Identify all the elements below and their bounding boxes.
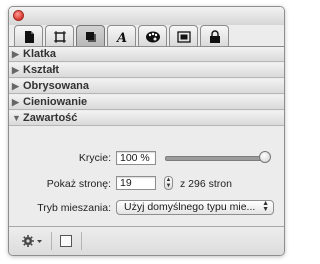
tab-shadow[interactable]: [76, 25, 105, 47]
close-button[interactable]: [13, 10, 24, 21]
tab-image[interactable]: [169, 25, 198, 47]
tab-color[interactable]: [138, 25, 167, 47]
square-shadow-icon: [85, 31, 96, 42]
action-menu-button[interactable]: [19, 233, 45, 249]
section-klatka[interactable]: ▶ Klatka: [9, 47, 284, 62]
page-field[interactable]: 19: [116, 176, 156, 190]
tab-text[interactable]: A: [107, 25, 136, 47]
image-frame-icon: [176, 30, 191, 43]
opacity-label: Krycie:: [78, 152, 111, 164]
disclosure-down-icon: ▼: [12, 113, 21, 123]
disclosure-right-icon: ▶: [12, 65, 19, 75]
section-ksztalt[interactable]: ▶ Kształt: [9, 63, 284, 78]
lock-icon: [209, 29, 220, 43]
section-label: Zawartość: [23, 112, 78, 124]
gear-icon: [22, 235, 42, 247]
disclosure-right-icon: ▶: [12, 49, 19, 59]
page-label: Pokaż stronę:: [46, 178, 111, 190]
page-total-label: z 296 stron: [180, 178, 232, 190]
content-panel: Krycie: 100 % Pokaż stronę: 19 ▲ ▼ z 296 …: [9, 128, 284, 226]
inspector-window: A ▶ Klatka ▶ Kształt ▶ Obrysowana ▶ Cien…: [8, 6, 285, 256]
section-label: Klatka: [23, 48, 57, 60]
frame-icon: [53, 30, 66, 43]
section-label: Kształt: [23, 64, 60, 76]
section-label: Cieniowanie: [23, 96, 88, 108]
opacity-slider-track[interactable]: [165, 156, 267, 161]
palette-icon: [145, 31, 160, 42]
section-label: Obrysowana: [23, 80, 90, 92]
toolbar-separator: [81, 232, 82, 250]
opacity-field[interactable]: 100 %: [116, 151, 156, 165]
blend-mode-value: Użyj domyślnego typu mie...: [124, 201, 256, 213]
disclosure-right-icon: ▶: [12, 97, 19, 107]
blend-mode-label: Tryb mieszania:: [37, 202, 111, 214]
bottom-toolbar: [9, 226, 284, 255]
blend-mode-popup[interactable]: Użyj domyślnego typu mie... ▲ ▼: [116, 200, 274, 215]
svg-text:A: A: [115, 31, 127, 44]
tab-document[interactable]: [14, 25, 43, 47]
section-obrysowana[interactable]: ▶ Obrysowana: [9, 79, 284, 94]
section-zawartosc[interactable]: ▼ Zawartość: [9, 111, 284, 126]
document-icon: [24, 30, 34, 43]
disclosure-right-icon: ▶: [12, 81, 19, 91]
tab-frame[interactable]: [45, 25, 74, 47]
title-bar: [9, 7, 284, 25]
toolbar-separator: [51, 232, 52, 250]
inspector-tabs: A: [14, 25, 229, 47]
section-cieniowanie[interactable]: ▶ Cieniowanie: [9, 95, 284, 110]
view-button[interactable]: [57, 233, 75, 249]
page-stepper[interactable]: ▲ ▼: [164, 176, 173, 190]
square-icon: [60, 235, 72, 247]
tab-lock[interactable]: [200, 25, 229, 47]
text-a-icon: A: [115, 31, 127, 44]
opacity-slider-knob[interactable]: [259, 151, 271, 163]
popup-arrows-icon: ▲ ▼: [262, 200, 269, 213]
